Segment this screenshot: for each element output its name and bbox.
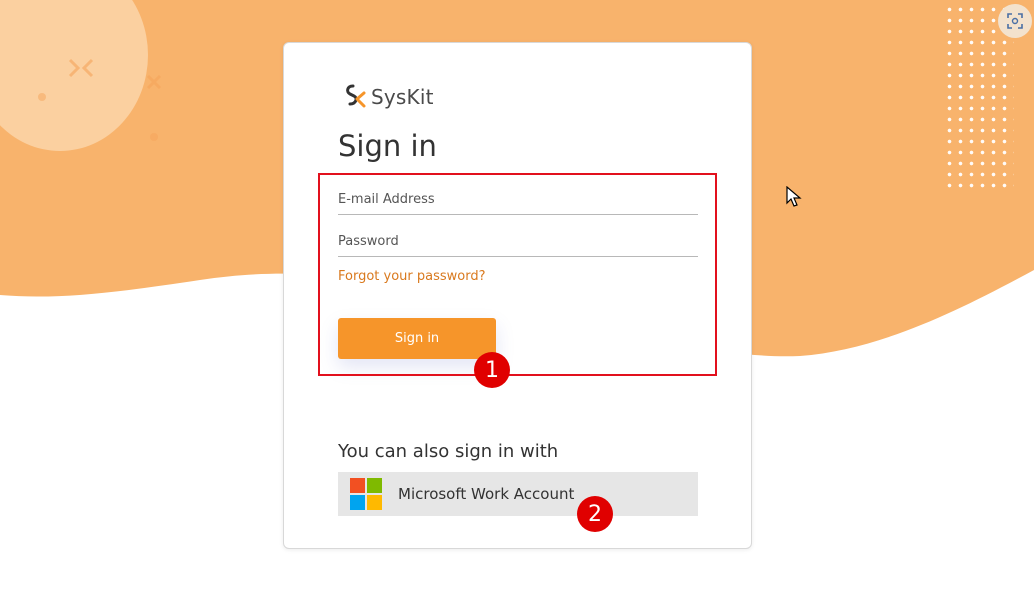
annotation-badge-1: 1 — [474, 352, 510, 388]
syskit-logo-icon — [346, 84, 366, 108]
annotation-highlight-box — [318, 173, 717, 376]
mouse-cursor-icon — [786, 186, 802, 207]
page-title: Sign in — [338, 129, 437, 163]
screenshot-capture-button[interactable] — [998, 4, 1032, 38]
brand-logo: SysKit — [343, 83, 434, 111]
microsoft-logo-icon — [350, 478, 382, 510]
alt-signin-heading: You can also sign in with — [338, 441, 559, 462]
brand-name: SysKit — [371, 85, 434, 109]
annotation-badge-2: 2 — [577, 496, 613, 532]
microsoft-button-label: Microsoft Work Account — [398, 485, 575, 503]
screenshot-capture-icon — [1007, 13, 1023, 29]
microsoft-work-account-button[interactable]: Microsoft Work Account — [338, 472, 698, 516]
